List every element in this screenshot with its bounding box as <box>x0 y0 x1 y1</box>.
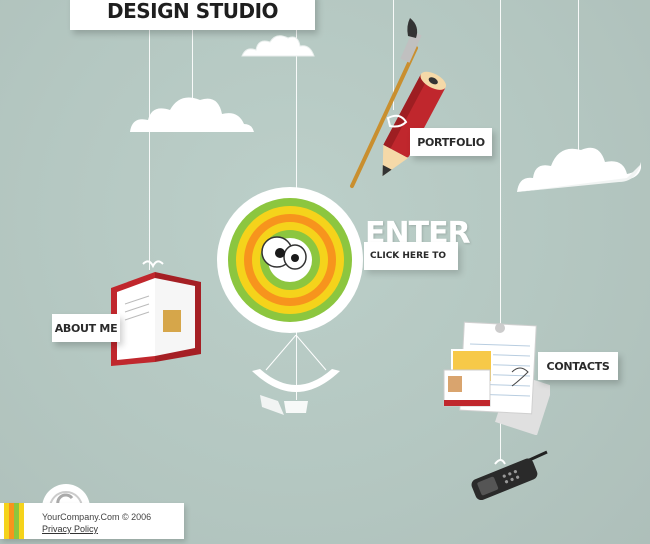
footer: YourCompany.Com © 2006 Privacy Policy <box>0 503 184 539</box>
string <box>192 28 193 98</box>
cloud-icon <box>130 97 254 132</box>
stage: DESIGN STUDIO PORTFOLIO ENTER CLICK HERE… <box>0 0 650 544</box>
cloud-icon <box>241 35 315 57</box>
nav-about-me[interactable]: ABOUT ME <box>52 314 120 342</box>
book-icon[interactable] <box>105 258 205 368</box>
paper-fan-icon <box>252 335 340 415</box>
nav-contacts[interactable]: CONTACTS <box>538 352 618 380</box>
footer-color-stripes <box>4 503 24 539</box>
nav-portfolio[interactable]: PORTFOLIO <box>410 128 492 156</box>
copyright-text: YourCompany.Com © 2006 <box>42 512 152 522</box>
privacy-policy-link[interactable]: Privacy Policy <box>42 523 151 535</box>
enter-button[interactable]: CLICK HERE TO <box>364 242 458 270</box>
target-eyes-icon[interactable] <box>215 185 365 335</box>
footer-text: YourCompany.Com © 2006 Privacy Policy <box>42 511 151 535</box>
cloud-icon <box>517 147 641 192</box>
papers-icon[interactable] <box>440 320 550 435</box>
pencil-brush-icon[interactable] <box>348 18 458 193</box>
string <box>578 0 579 150</box>
mobile-phone-icon <box>471 450 548 500</box>
site-title: DESIGN STUDIO <box>70 0 315 30</box>
